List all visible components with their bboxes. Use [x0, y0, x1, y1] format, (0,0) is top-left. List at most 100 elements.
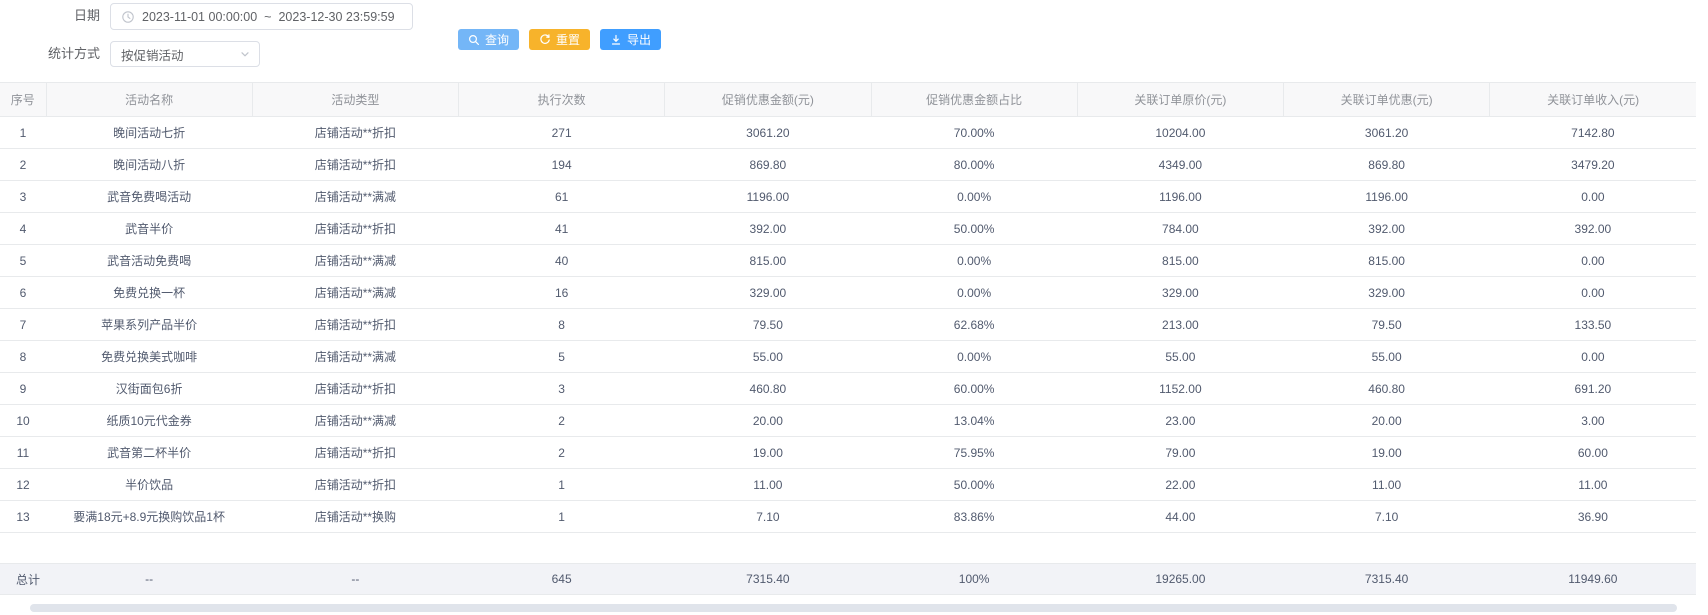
stat-method-value: 按促销活动 [121, 45, 184, 64]
stat-method-select[interactable]: 按促销活动 [110, 41, 260, 67]
table-cell: 3061.20 [665, 117, 871, 149]
table-cell: 329.00 [1284, 277, 1490, 309]
table-cell: 16 [459, 277, 665, 309]
table-row: 5武音活动免费喝店铺活动**满减40815.000.00%815.00815.0… [0, 245, 1696, 277]
date-range-input[interactable]: 2023-11-01 00:00:00 ~ 2023-12-30 23:59:5… [110, 3, 413, 30]
table-row: 8免费兑换美式咖啡店铺活动**满减555.000.00%55.0055.000.… [0, 341, 1696, 373]
table-cell: 3479.20 [1490, 149, 1696, 181]
table-cell: 61 [459, 181, 665, 213]
table-row: 9汉街面包6折店铺活动**折扣3460.8060.00%1152.00460.8… [0, 373, 1696, 405]
table-cell: 7 [0, 309, 46, 341]
total-cell: -- [46, 564, 252, 595]
query-button-label: 查询 [485, 31, 509, 48]
table-cell: 36.90 [1490, 501, 1696, 533]
table-cell: 要满18元+8.9元换购饮品1杯 [46, 501, 252, 533]
total-row: 总计----6457315.40100%19265.007315.4011949… [0, 564, 1696, 595]
table-cell: 店铺活动**满减 [252, 341, 458, 373]
table-row: 10纸质10元代金券店铺活动**满减220.0013.04%23.0020.00… [0, 405, 1696, 437]
table-cell: 店铺活动**满减 [252, 245, 458, 277]
table-cell: 691.20 [1490, 373, 1696, 405]
table-cell: 7142.80 [1490, 117, 1696, 149]
table-cell: 6 [0, 277, 46, 309]
table-row: 1晚间活动七折店铺活动**折扣2713061.2070.00%10204.003… [0, 117, 1696, 149]
table-cell: 店铺活动**折扣 [252, 149, 458, 181]
table-cell: 329.00 [1077, 277, 1283, 309]
table-cell: 店铺活动**折扣 [252, 213, 458, 245]
table-cell: 3.00 [1490, 405, 1696, 437]
table-cell: 75.95% [871, 437, 1077, 469]
column-header-exec-count: 执行次数 [459, 83, 665, 117]
table-cell: 55.00 [665, 341, 871, 373]
table-cell: 392.00 [1284, 213, 1490, 245]
date-separator: ~ [264, 10, 271, 24]
table-cell: 2 [459, 437, 665, 469]
table-cell: 3 [0, 181, 46, 213]
table-cell: 0.00 [1490, 277, 1696, 309]
table-cell: 20.00 [665, 405, 871, 437]
table-row: 6免费兑换一杯店铺活动**满减16329.000.00%329.00329.00… [0, 277, 1696, 309]
table-cell: 晚间活动七折 [46, 117, 252, 149]
report-table: 序号 活动名称 活动类型 执行次数 促销优惠金额(元) 促销优惠金额占比 关联订… [0, 82, 1696, 533]
table-cell: 1196.00 [1284, 181, 1490, 213]
total-cell: -- [252, 564, 458, 595]
table-cell: 50.00% [871, 213, 1077, 245]
header-row: 序号 活动名称 活动类型 执行次数 促销优惠金额(元) 促销优惠金额占比 关联订… [0, 83, 1696, 117]
table-cell: 55.00 [1077, 341, 1283, 373]
table-cell: 329.00 [665, 277, 871, 309]
table-cell: 23.00 [1077, 405, 1283, 437]
table-header: 序号 活动名称 活动类型 执行次数 促销优惠金额(元) 促销优惠金额占比 关联订… [0, 83, 1696, 117]
table-cell: 晚间活动八折 [46, 149, 252, 181]
table-cell: 0.00% [871, 181, 1077, 213]
table-cell: 4 [0, 213, 46, 245]
table-cell: 60.00 [1490, 437, 1696, 469]
table-cell: 19.00 [1284, 437, 1490, 469]
table-cell: 213.00 [1077, 309, 1283, 341]
column-header-discount-amount: 促销优惠金额(元) [665, 83, 871, 117]
query-button[interactable]: 查询 [458, 29, 519, 50]
table-cell: 武音半价 [46, 213, 252, 245]
table-cell: 460.80 [665, 373, 871, 405]
table-cell: 815.00 [665, 245, 871, 277]
table-cell: 80.00% [871, 149, 1077, 181]
table-cell: 460.80 [1284, 373, 1490, 405]
column-header-order-income: 关联订单收入(元) [1490, 83, 1696, 117]
table-cell: 815.00 [1077, 245, 1283, 277]
table-cell: 店铺活动**折扣 [252, 437, 458, 469]
table-cell: 12 [0, 469, 46, 501]
table-cell: 纸质10元代金券 [46, 405, 252, 437]
table-cell: 1 [459, 501, 665, 533]
table-cell: 店铺活动**满减 [252, 277, 458, 309]
table-cell: 汉街面包6折 [46, 373, 252, 405]
table-cell: 0.00 [1490, 245, 1696, 277]
export-button[interactable]: 导出 [600, 29, 661, 50]
total-cell: 19265.00 [1077, 564, 1283, 595]
column-header-order-original-price: 关联订单原价(元) [1077, 83, 1283, 117]
table-cell: 店铺活动**满减 [252, 405, 458, 437]
table-cell: 133.50 [1490, 309, 1696, 341]
table-cell: 22.00 [1077, 469, 1283, 501]
total-cell: 7315.40 [665, 564, 871, 595]
table-cell: 7.10 [1284, 501, 1490, 533]
column-header-order-discount: 关联订单优惠(元) [1284, 83, 1490, 117]
table-cell: 武音第二杯半价 [46, 437, 252, 469]
table-cell: 0.00% [871, 277, 1077, 309]
table-cell: 2 [0, 149, 46, 181]
table-row: 13要满18元+8.9元换购饮品1杯店铺活动**换购17.1083.86%44.… [0, 501, 1696, 533]
table-cell: 11 [0, 437, 46, 469]
total-cell: 100% [871, 564, 1077, 595]
table-cell: 271 [459, 117, 665, 149]
table-cell: 店铺活动**折扣 [252, 373, 458, 405]
total-label: 总计 [0, 564, 46, 595]
table-cell: 武音活动免费喝 [46, 245, 252, 277]
table-cell: 60.00% [871, 373, 1077, 405]
table-cell: 10 [0, 405, 46, 437]
stat-method-label: 统计方式 [28, 41, 100, 67]
table-cell: 店铺活动**折扣 [252, 469, 458, 501]
table-row: 2晚间活动八折店铺活动**折扣194869.8080.00%4349.00869… [0, 149, 1696, 181]
table-cell: 40 [459, 245, 665, 277]
table-cell: 店铺活动**满减 [252, 181, 458, 213]
horizontal-scrollbar[interactable] [30, 604, 1677, 612]
table-cell: 11.00 [665, 469, 871, 501]
reset-button[interactable]: 重置 [529, 29, 590, 50]
table-cell: 8 [0, 341, 46, 373]
